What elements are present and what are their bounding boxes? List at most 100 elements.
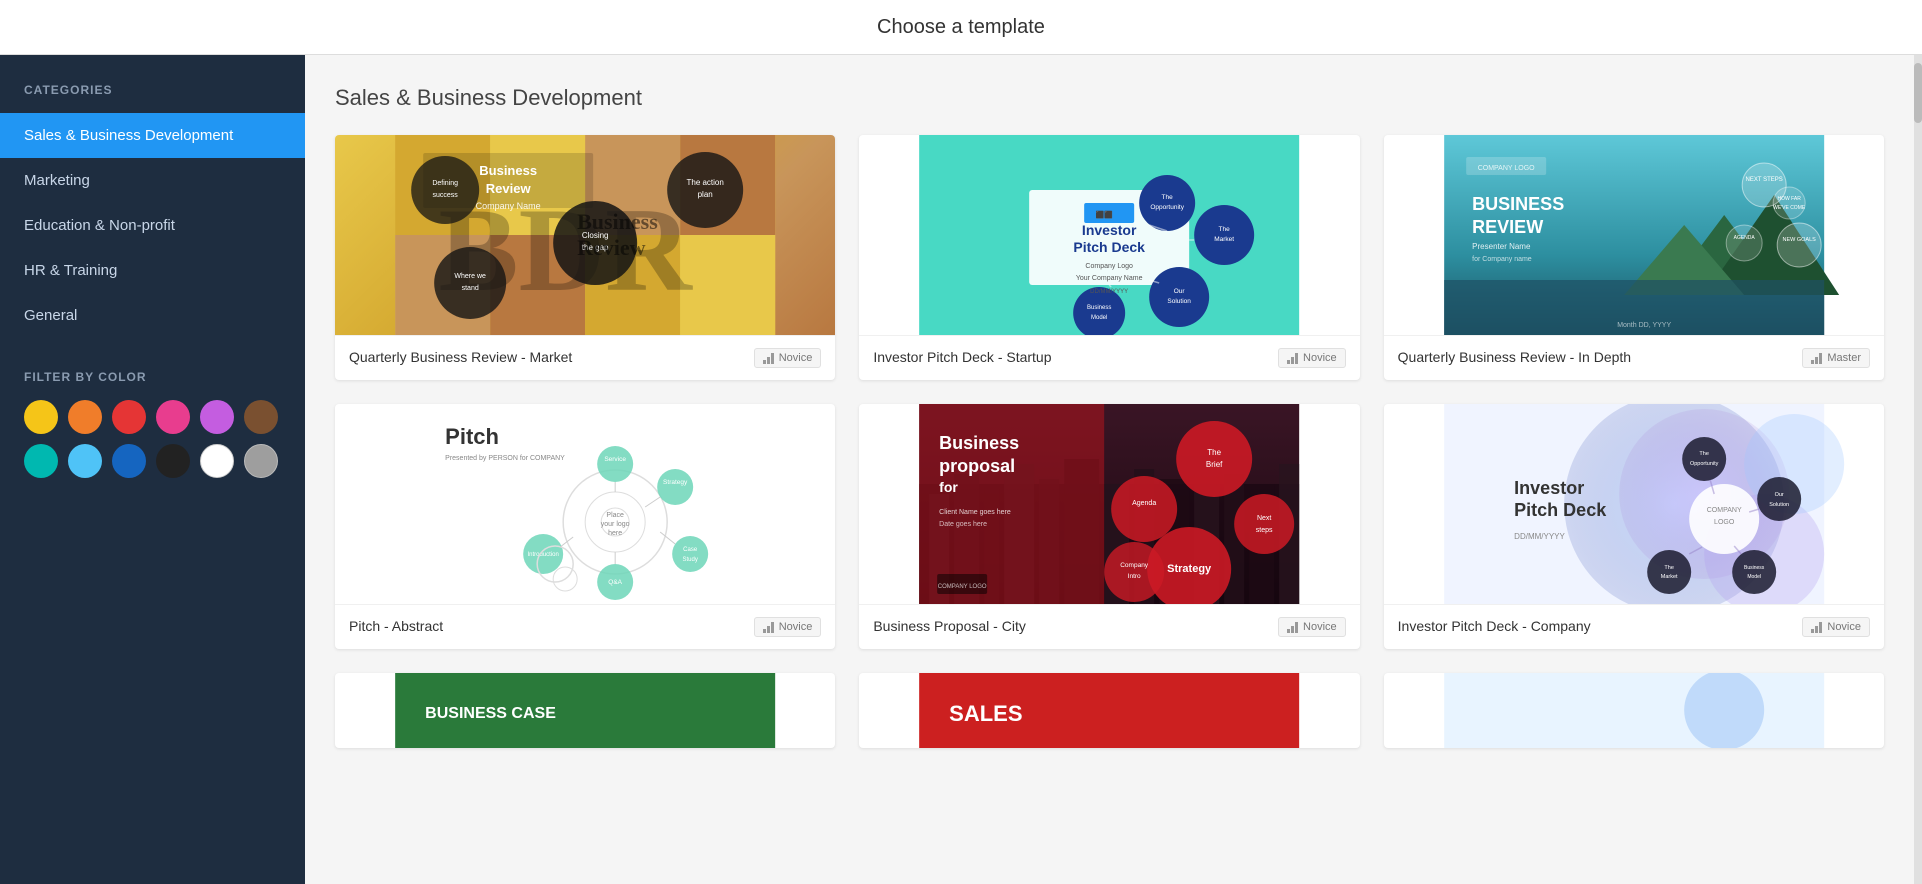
svg-text:Opportunity: Opportunity <box>1690 461 1719 467</box>
level-icon <box>763 352 774 364</box>
template-name-business-proposal: Business Proposal - City <box>873 617 1026 637</box>
partial-card-extra[interactable] <box>1384 673 1884 748</box>
color-swatch-blue[interactable] <box>112 444 146 478</box>
template-name-pitch-company: Investor Pitch Deck - Company <box>1398 617 1591 637</box>
template-info-pitch-startup: Investor Pitch Deck - Startup Novice <box>859 335 1359 380</box>
svg-text:Solution: Solution <box>1168 298 1192 305</box>
template-thumb-pitch-startup: ⬛⬛ Investor Pitch Deck Company Logo Your… <box>859 135 1359 335</box>
svg-text:for: for <box>939 479 958 495</box>
template-info-pitch-abstract: Pitch - Abstract Novice <box>335 604 835 649</box>
svg-text:⬛⬛: ⬛⬛ <box>1096 210 1114 219</box>
svg-text:Service: Service <box>604 456 626 463</box>
partial-row: BUSINESS CASE SALES <box>335 673 1884 748</box>
color-swatch-white[interactable] <box>200 444 234 478</box>
svg-text:Company: Company <box>1121 562 1150 569</box>
svg-text:Date goes here: Date goes here <box>939 521 987 528</box>
color-swatch-brown[interactable] <box>244 400 278 434</box>
svg-text:The: The <box>1162 194 1174 201</box>
svg-text:Brief: Brief <box>1206 460 1223 469</box>
svg-text:LOGO: LOGO <box>1714 519 1735 526</box>
template-grid: BDR Business Review Company Name The act… <box>335 135 1884 649</box>
template-card-pitch-startup[interactable]: ⬛⬛ Investor Pitch Deck Company Logo Your… <box>859 135 1359 380</box>
template-card-pitch-company[interactable]: The Opportunity Our Solution Business Mo… <box>1384 404 1884 649</box>
svg-text:COMPANY LOGO: COMPANY LOGO <box>1477 165 1534 172</box>
template-level-business-proposal: Novice <box>1278 617 1346 637</box>
svg-text:Study: Study <box>682 557 697 563</box>
template-card-qbr-market[interactable]: BDR Business Review Company Name The act… <box>335 135 835 380</box>
svg-text:Market: Market <box>1660 574 1677 580</box>
template-level-pitch-startup: Novice <box>1278 348 1346 368</box>
svg-text:Pitch: Pitch <box>445 424 499 449</box>
svg-text:Your Company Name: Your Company Name <box>1076 275 1143 282</box>
svg-text:Presenter Name: Presenter Name <box>1472 242 1531 251</box>
color-swatch-pink[interactable] <box>156 400 190 434</box>
svg-text:Place: Place <box>606 512 624 519</box>
color-swatch-gray[interactable] <box>244 444 278 478</box>
template-thumb-business-proposal: Business proposal for Client Name goes h… <box>859 404 1359 604</box>
template-card-pitch-abstract[interactable]: Pitch Presented by PERSON for COMPANY Pl… <box>335 404 835 649</box>
svg-text:Intro: Intro <box>1128 573 1141 580</box>
color-swatch-blue-light[interactable] <box>68 444 102 478</box>
level-icon <box>1811 352 1822 364</box>
svg-text:The: The <box>1208 448 1222 457</box>
svg-text:Closing: Closing <box>582 231 609 240</box>
svg-text:Case: Case <box>683 547 698 553</box>
svg-text:WE'VE COME: WE'VE COME <box>1773 205 1806 211</box>
svg-text:SALES: SALES <box>949 701 1022 726</box>
svg-text:DD/MM/YYYY: DD/MM/YYYY <box>1514 532 1565 541</box>
svg-text:Model: Model <box>1747 574 1761 580</box>
svg-text:the gap: the gap <box>582 243 609 252</box>
sidebar-item-hr[interactable]: HR & Training <box>0 248 305 293</box>
sidebar-item-sales[interactable]: Sales & Business Development <box>0 113 305 158</box>
color-swatch-red[interactable] <box>112 400 146 434</box>
template-thumb-qbr-indepth: COMPANY LOGO BUSINESS REVIEW Presenter N… <box>1384 135 1884 335</box>
svg-text:Business: Business <box>479 163 537 178</box>
color-swatch-yellow[interactable] <box>24 400 58 434</box>
template-card-business-proposal[interactable]: Business proposal for Client Name goes h… <box>859 404 1359 649</box>
partial-card-business-case[interactable]: BUSINESS CASE <box>335 673 835 748</box>
scrollbar[interactable] <box>1914 55 1922 884</box>
partial-thumb-sales: SALES <box>859 673 1359 748</box>
svg-text:Strategy: Strategy <box>663 479 688 486</box>
svg-text:Next: Next <box>1257 515 1271 522</box>
template-level-pitch-abstract: Novice <box>754 617 822 637</box>
svg-text:Where we: Where we <box>454 273 486 280</box>
template-info-qbr-indepth: Quarterly Business Review - In Depth Mas… <box>1384 335 1884 380</box>
content-area[interactable]: Sales & Business Development <box>305 55 1914 884</box>
svg-text:proposal: proposal <box>939 456 1015 476</box>
svg-text:The: The <box>1664 565 1673 571</box>
svg-text:Investor: Investor <box>1514 478 1584 498</box>
template-thumb-qbr-market: BDR Business Review Company Name The act… <box>335 135 835 335</box>
svg-text:Our: Our <box>1174 288 1186 295</box>
template-info-business-proposal: Business Proposal - City Novice <box>859 604 1359 649</box>
svg-text:Strategy: Strategy <box>1167 563 1212 575</box>
color-swatch-purple[interactable] <box>200 400 234 434</box>
template-card-qbr-indepth[interactable]: COMPANY LOGO BUSINESS REVIEW Presenter N… <box>1384 135 1884 380</box>
svg-text:REVIEW: REVIEW <box>1472 217 1543 237</box>
template-level-qbr-indepth: Master <box>1802 348 1870 368</box>
filter-section: FILTER BY COLOR <box>0 338 305 494</box>
template-name-qbr-indepth: Quarterly Business Review - In Depth <box>1398 348 1631 368</box>
partial-card-sales[interactable]: SALES <box>859 673 1359 748</box>
svg-text:Pitch Deck: Pitch Deck <box>1074 239 1146 255</box>
svg-text:Defining: Defining <box>432 180 458 187</box>
svg-text:here: here <box>608 530 622 537</box>
color-swatch-orange[interactable] <box>68 400 102 434</box>
svg-text:Solution: Solution <box>1769 502 1789 508</box>
template-thumb-pitch-abstract: Pitch Presented by PERSON for COMPANY Pl… <box>335 404 835 604</box>
color-swatch-teal[interactable] <box>24 444 58 478</box>
partial-thumb-business-case: BUSINESS CASE <box>335 673 835 748</box>
svg-text:Q&A: Q&A <box>608 579 622 586</box>
sidebar-item-general[interactable]: General <box>0 293 305 338</box>
color-swatch-black[interactable] <box>156 444 190 478</box>
svg-text:Market: Market <box>1215 236 1235 243</box>
color-grid <box>24 400 281 478</box>
scrollbar-thumb[interactable] <box>1914 63 1922 123</box>
svg-text:Opportunity: Opportunity <box>1151 204 1185 211</box>
sidebar-item-marketing[interactable]: Marketing <box>0 158 305 203</box>
svg-text:Business: Business <box>939 433 1019 453</box>
svg-text:COMPANY: COMPANY <box>1706 507 1741 514</box>
sidebar-item-education[interactable]: Education & Non-profit <box>0 203 305 248</box>
svg-text:Company Logo: Company Logo <box>1086 263 1134 270</box>
svg-text:HOW FAR: HOW FAR <box>1777 196 1801 202</box>
